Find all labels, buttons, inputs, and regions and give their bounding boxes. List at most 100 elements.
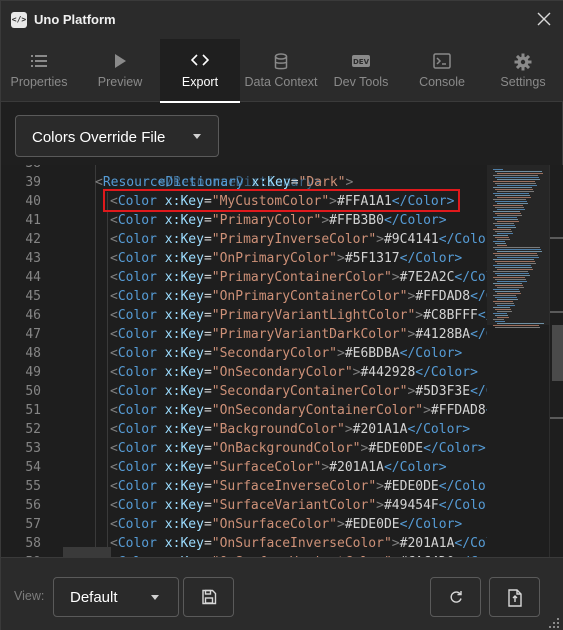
code-line-color: <Color x:Key="PrimaryVariantLightColor">… (110, 306, 487, 325)
minimap-line (497, 209, 525, 210)
minimap-line (495, 177, 539, 178)
tab-dev-tools[interactable]: DEV Dev Tools (321, 39, 401, 102)
code-text-area[interactable]: </ResourceDictionary> <ResourceDictionar… (63, 165, 487, 557)
minimap-line (497, 173, 543, 174)
export-file-button[interactable] (489, 577, 540, 617)
resize-grip-icon[interactable] (545, 614, 561, 630)
minimap-line (497, 263, 536, 264)
code-line-color: <Color x:Key="SurfaceVariantColor">#4945… (110, 496, 487, 515)
line-number: 44 (25, 270, 41, 285)
line-number: 50 (25, 384, 41, 399)
tab-console[interactable]: Console (402, 39, 482, 102)
minimap-line (497, 245, 507, 246)
color-value: #201A1A (399, 536, 455, 551)
save-button[interactable] (183, 577, 234, 617)
color-value: #4128BA (415, 327, 471, 342)
closing-tag: </C (470, 384, 487, 399)
view-dropdown[interactable]: Default (53, 577, 179, 617)
svg-text:DEV: DEV (353, 58, 370, 66)
code-line-color: <Color x:Key="PrimaryInverseColor">#9C41… (110, 230, 487, 249)
chevron-down-icon (151, 595, 159, 600)
minimap-line (495, 249, 541, 250)
color-value: #FFB3B0 (329, 213, 384, 228)
uno-logo-icon: </> (11, 12, 27, 28)
refresh-icon (450, 591, 462, 603)
color-value: #C8BFFF (423, 308, 478, 323)
code-line-color: <Color x:Key="OnSecondaryContainerColor"… (110, 401, 487, 420)
horizontal-scrollbar-thumb[interactable] (63, 547, 111, 557)
minimap-line (493, 259, 534, 260)
scrollbar-marker (550, 417, 563, 419)
tab-label: Console (419, 75, 465, 89)
minimap-line (493, 199, 526, 200)
terminal-icon (433, 53, 451, 69)
color-key: BackgroundColor (219, 422, 337, 437)
tab-settings[interactable]: Settings (483, 39, 563, 102)
view-dropdown-value: Default (70, 589, 118, 606)
line-number: 58 (25, 536, 41, 551)
minimap-line (497, 227, 516, 228)
line-number: 38 (1, 165, 41, 173)
color-key: OnSecondaryColor (219, 365, 345, 380)
code-editor[interactable]: 38 39 40 41 42 43 44 45 46 47 48 49 50 51 52 53 54 55 56… (1, 165, 563, 557)
tab-label: Dev Tools (333, 75, 389, 89)
minimap-line (495, 207, 524, 208)
minimap-line (495, 237, 509, 238)
scrollbar-marker (550, 311, 563, 313)
color-value: #5D3F3E (415, 384, 471, 399)
line-number: 55 (25, 479, 41, 494)
tab-label: Preview (97, 75, 143, 89)
color-key: SurfaceInverseColor (219, 479, 369, 494)
code-line-color: <Color x:Key="SurfaceInverseColor">#EDE0… (110, 477, 487, 496)
vertical-scrollbar-thumb[interactable] (552, 325, 563, 381)
closing-tag: </Color> (415, 365, 478, 380)
code-line: </ResourceDictionary> (95, 165, 322, 190)
minimap-line (497, 257, 539, 258)
override-file-dropdown[interactable]: Colors Override File (15, 115, 219, 157)
minimap-line (493, 325, 539, 326)
tab-preview[interactable]: Preview (80, 39, 160, 102)
minimap-line (493, 241, 505, 242)
minimap-line (493, 265, 531, 266)
indent-guide (95, 165, 96, 557)
tab-export[interactable]: Export (160, 39, 240, 103)
closing-tag: </Color> (399, 346, 463, 361)
code-line-color: <Color x:Key="SurfaceColor">#201A1A</Col… (110, 460, 447, 475)
minimap-line (493, 235, 508, 236)
code-icon (191, 54, 209, 66)
refresh-button[interactable] (430, 577, 481, 617)
closing-tag: </Color> (399, 251, 463, 266)
close-button[interactable] (531, 8, 557, 32)
minimap[interactable] (487, 165, 549, 557)
chevron-down-icon (193, 134, 201, 139)
minimap-line (495, 279, 526, 280)
tab-label: Settings (500, 75, 546, 89)
minimap-line (495, 195, 530, 196)
minimap-line (495, 309, 511, 310)
line-number: 48 (25, 346, 41, 361)
closing-tag: </Col (454, 536, 487, 551)
database-icon (274, 53, 288, 70)
color-value: #442928 (360, 365, 416, 380)
color-value: #EDE0DE (383, 479, 439, 494)
window-title: Uno Platform (34, 12, 116, 27)
closing-tag: </Color (438, 479, 487, 494)
line-number: 47 (25, 327, 41, 342)
code-line-color: <Color x:Key="OnSecondaryColor">#442928<… (110, 365, 478, 380)
minimap-line (497, 317, 509, 318)
indent-guide (107, 192, 108, 557)
minimap-line (497, 287, 524, 288)
minimap-line (493, 277, 525, 278)
close-icon (537, 12, 551, 26)
vertical-scrollbar[interactable] (549, 165, 563, 557)
color-key: SurfaceColor (219, 460, 314, 475)
tab-data-context[interactable]: Data Context (241, 39, 321, 102)
tab-properties[interactable]: Properties (0, 39, 79, 102)
minimap-line (493, 169, 503, 170)
code-tag: ResourceDictionary (102, 175, 244, 190)
minimap-line (497, 203, 528, 204)
minimap-line (493, 289, 519, 290)
minimap-line (495, 255, 538, 256)
minimap-line (495, 213, 521, 214)
color-key: OnSurfaceColor (219, 517, 330, 532)
